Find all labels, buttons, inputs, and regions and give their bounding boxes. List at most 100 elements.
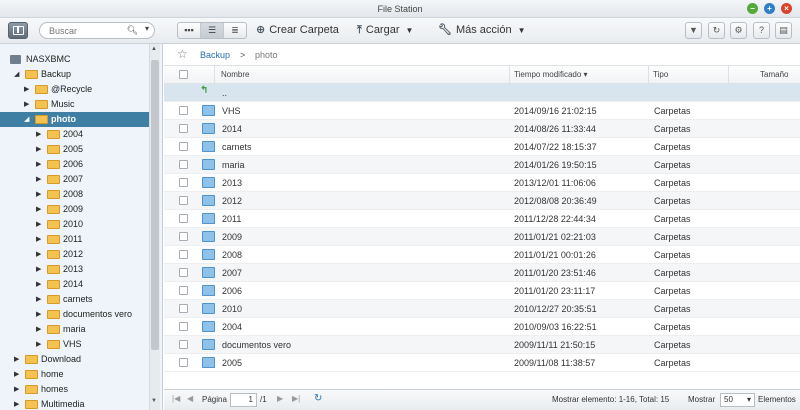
sidebar-item-2011[interactable]: ▶ 2011 (0, 232, 149, 247)
column-name[interactable]: Nombre (221, 70, 249, 79)
expand-arrow-icon[interactable]: ▶ (36, 307, 41, 322)
star-icon[interactable]: ☆ (177, 47, 188, 61)
sidebar-item-2007[interactable]: ▶ 2007 (0, 172, 149, 187)
first-page-icon[interactable]: |◀ (172, 394, 180, 403)
expand-arrow-icon[interactable]: ▶ (36, 277, 41, 292)
upload-button[interactable]: ⤒ Cargar ▼ (357, 22, 413, 39)
expand-arrow-icon[interactable]: ▶ (36, 187, 41, 202)
expand-arrow-icon[interactable]: ▶ (36, 262, 41, 277)
sidebar-item-2013[interactable]: ▶ 2013 (0, 262, 149, 277)
scroll-up-icon[interactable]: ▲ (151, 46, 157, 52)
sidebar-item-2008[interactable]: ▶ 2008 (0, 187, 149, 202)
sidebar-item-2010[interactable]: ▶ 2010 (0, 217, 149, 232)
expand-arrow-icon[interactable]: ▶ (24, 82, 29, 97)
list-view-icon[interactable]: ☰ (201, 23, 224, 38)
scroll-down-icon[interactable]: ▼ (151, 398, 157, 404)
sidebar-item-music[interactable]: ▶ Music (0, 97, 149, 112)
row-checkbox[interactable] (179, 178, 188, 187)
table-row[interactable]: 2007 2011/01/20 23:51:46 Carpetas (164, 264, 800, 282)
row-checkbox[interactable] (179, 304, 188, 313)
table-row[interactable]: 2006 2011/01/20 23:11:17 Carpetas (164, 282, 800, 300)
expand-arrow-icon[interactable]: ▶ (14, 352, 19, 367)
table-row[interactable]: 2011 2011/12/28 22:44:34 Carpetas (164, 210, 800, 228)
sidebar-scrollbar[interactable]: ▲ ▼ (149, 44, 160, 410)
table-row[interactable]: 2004 2010/09/03 16:22:51 Carpetas (164, 318, 800, 336)
sidebar-item-2014[interactable]: ▶ 2014 (0, 277, 149, 292)
column-size[interactable]: Tamaño (760, 70, 788, 79)
sidebar-item-documentos-vero[interactable]: ▶ documentos vero (0, 307, 149, 322)
row-checkbox[interactable] (179, 340, 188, 349)
row-checkbox[interactable] (179, 250, 188, 259)
next-page-icon[interactable]: ▶ (277, 394, 283, 403)
expand-arrow-icon[interactable]: ▶ (14, 367, 19, 382)
sidebar-item-2004[interactable]: ▶ 2004 (0, 127, 149, 142)
expand-arrow-icon[interactable]: ▶ (36, 202, 41, 217)
thumbnail-view-icon[interactable]: ▪▪▪ (178, 23, 201, 38)
expand-arrow-icon[interactable]: ▶ (24, 97, 29, 112)
sidebar-item-photo[interactable]: ◢ photo (0, 112, 149, 127)
filter-button[interactable]: ▼ (685, 22, 702, 39)
row-checkbox[interactable] (179, 232, 188, 241)
table-row[interactable]: 2013 2013/12/01 11:06:06 Carpetas (164, 174, 800, 192)
sidebar-item-2006[interactable]: ▶ 2006 (0, 157, 149, 172)
expand-arrow-icon[interactable]: ▶ (36, 337, 41, 352)
search-icon[interactable]: 🔍︎ (127, 25, 138, 36)
row-checkbox[interactable] (179, 196, 188, 205)
minimize-button[interactable]: − (747, 3, 758, 14)
page-size-select[interactable]: 50 ▾ (720, 393, 755, 407)
close-button[interactable]: × (781, 3, 792, 14)
collapse-arrow-icon[interactable]: ◢ (24, 112, 29, 127)
expand-arrow-icon[interactable]: ▶ (36, 157, 41, 172)
expand-arrow-icon[interactable]: ▶ (36, 172, 41, 187)
table-row[interactable]: documentos vero 2009/11/11 21:50:15 Carpet… (164, 336, 800, 354)
detail-view-icon[interactable]: ≣ (224, 23, 246, 38)
collapse-arrow-icon[interactable]: ◢ (14, 67, 19, 82)
scrollbar-thumb[interactable] (151, 60, 159, 350)
expand-arrow-icon[interactable]: ▶ (14, 382, 19, 397)
row-checkbox[interactable] (179, 142, 188, 151)
expand-arrow-icon[interactable]: ▶ (36, 127, 41, 142)
sidebar-item-home[interactable]: ▶ home (0, 367, 149, 382)
last-page-icon[interactable]: ▶| (292, 394, 300, 403)
sidebar-item-2009[interactable]: ▶ 2009 (0, 202, 149, 217)
row-checkbox[interactable] (179, 322, 188, 331)
sidebar-item-homes[interactable]: ▶ homes (0, 382, 149, 397)
row-checkbox[interactable] (179, 214, 188, 223)
row-checkbox[interactable] (179, 268, 188, 277)
search-input[interactable] (49, 24, 129, 37)
sidebar-item-maria[interactable]: ▶ maria (0, 322, 149, 337)
table-row[interactable]: 2005 2009/11/08 11:38:57 Carpetas (164, 354, 800, 372)
sidebar-item-download[interactable]: ▶ Download (0, 352, 149, 367)
expand-arrow-icon[interactable]: ▶ (36, 292, 41, 307)
sidebar-item-vhs[interactable]: ▶ VHS (0, 337, 149, 352)
info-button[interactable]: ▤ (775, 22, 792, 39)
table-row[interactable]: 2014 2014/08/26 11:33:44 Carpetas (164, 120, 800, 138)
parent-folder-row[interactable]: ↰ .. (164, 84, 800, 102)
sidebar-item-2005[interactable]: ▶ 2005 (0, 142, 149, 157)
table-row[interactable]: 2008 2011/01/21 00:01:26 Carpetas (164, 246, 800, 264)
row-checkbox[interactable] (179, 106, 188, 115)
sidebar-item-2012[interactable]: ▶ 2012 (0, 247, 149, 262)
refresh-button[interactable]: ↻ (708, 22, 725, 39)
page-input[interactable]: 1 (230, 393, 257, 407)
tree-root-nas[interactable]: NASXBMC (0, 52, 149, 67)
expand-arrow-icon[interactable]: ▶ (36, 322, 41, 337)
select-all-checkbox[interactable] (179, 70, 188, 79)
sidebar-item-carnets[interactable]: ▶ carnets (0, 292, 149, 307)
sidebar-item-multimedia[interactable]: ▶ Multimedia (0, 397, 149, 410)
more-actions-button[interactable]: 🔧︎ Más acción ▼ (438, 22, 526, 39)
row-checkbox[interactable] (179, 124, 188, 133)
prev-page-icon[interactable]: ◀ (187, 394, 193, 403)
table-row[interactable]: 2012 2012/08/08 20:36:49 Carpetas (164, 192, 800, 210)
refresh-icon[interactable]: ↻ (314, 393, 322, 404)
settings-button[interactable]: ⚙ (730, 22, 747, 39)
help-button[interactable]: ? (753, 22, 770, 39)
row-checkbox[interactable] (179, 160, 188, 169)
expand-arrow-icon[interactable]: ▶ (36, 217, 41, 232)
expand-arrow-icon[interactable]: ▶ (36, 247, 41, 262)
panel-toggle-button[interactable] (8, 22, 28, 39)
row-checkbox[interactable] (179, 286, 188, 295)
expand-arrow-icon[interactable]: ▶ (36, 142, 41, 157)
column-modified[interactable]: Tiempo modificado ▾ (514, 70, 588, 79)
table-row[interactable]: 2009 2011/01/21 02:21:03 Carpetas (164, 228, 800, 246)
